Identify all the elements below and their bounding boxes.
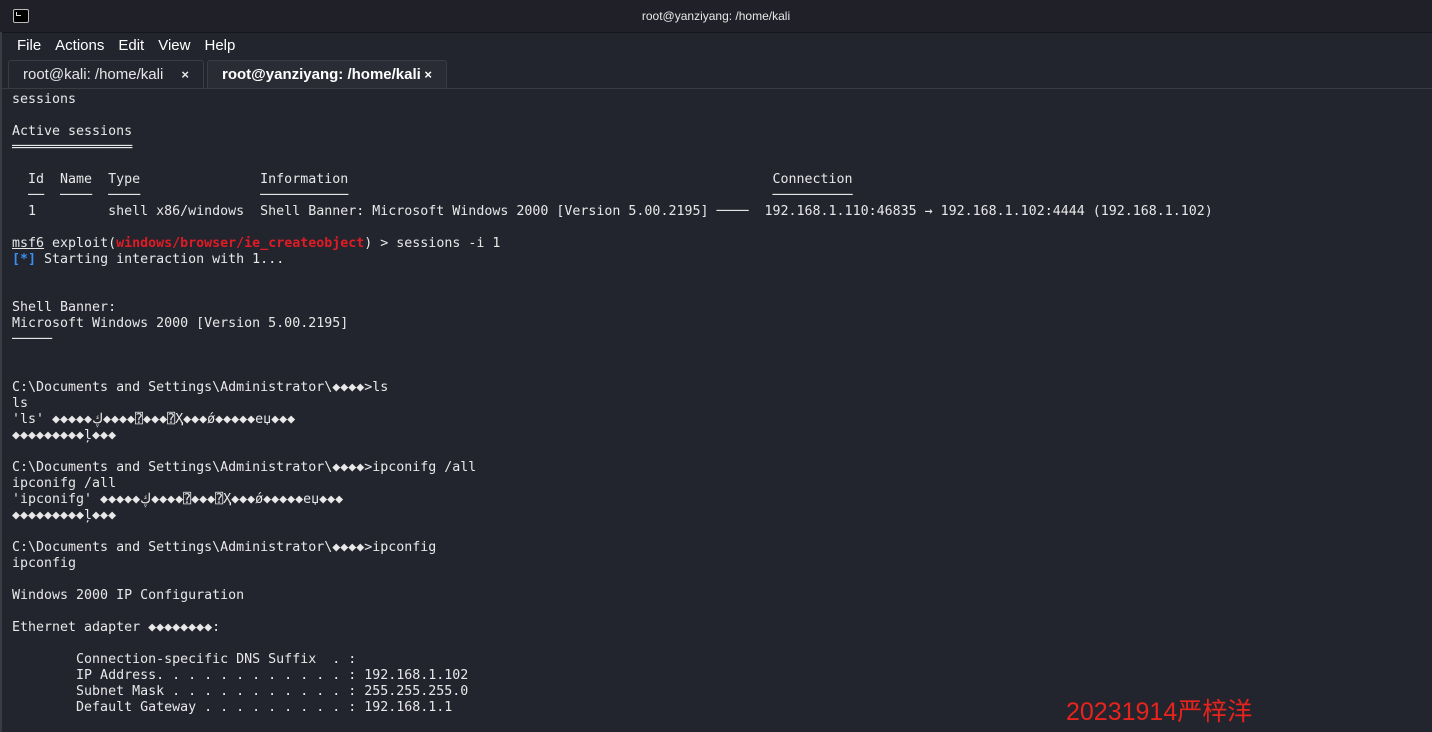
terminal-line: ◆◆◆◆◆◆◆◆◆ļ◆◆◆ bbox=[12, 428, 117, 443]
terminal-line: Id Name Type Information Connection bbox=[12, 172, 853, 187]
terminal-line: Ethernet adapter ◆◆◆◆◆◆◆◆: bbox=[12, 620, 221, 635]
menu-bar: File Actions Edit View Help bbox=[0, 33, 1432, 57]
terminal-line: Subnet Mask . . . . . . . . . . . : 255.… bbox=[12, 684, 469, 699]
tab-root-kali[interactable]: root@kali: /home/kali × bbox=[8, 60, 204, 88]
menu-file[interactable]: File bbox=[10, 37, 48, 54]
terminal-line: ═══════════════ bbox=[12, 140, 133, 155]
tab-root-yanziyang[interactable]: root@yanziyang: /home/kali × bbox=[207, 60, 447, 88]
terminal-line: ◆◆◆◆◆◆◆◆◆ļ◆◆◆ bbox=[12, 508, 117, 523]
terminal-line: IP Address. . . . . . . . . . . . : 192.… bbox=[12, 668, 469, 683]
terminal-line: Default Gateway . . . . . . . . . : 192.… bbox=[12, 700, 453, 715]
command-text: ) > sessions -i 1 bbox=[364, 236, 501, 251]
msf-prompt-line: msf6 exploit(windows/browser/ie_createob… bbox=[12, 236, 1213, 252]
close-icon[interactable]: × bbox=[424, 67, 432, 82]
terminal-line: Connection-specific DNS Suffix . : bbox=[12, 652, 357, 667]
window-edge bbox=[0, 32, 2, 732]
exploit-text: exploit( bbox=[44, 236, 117, 251]
terminal-line: ── ──── ──── ─────────── ────────── bbox=[12, 188, 853, 203]
terminal-line: Active sessions bbox=[12, 124, 133, 139]
status-line: [*] Starting interaction with 1... bbox=[12, 252, 1213, 268]
tab-label: root@kali: /home/kali bbox=[23, 66, 164, 83]
terminal-line: C:\Documents and Settings\Administrator\… bbox=[12, 380, 389, 395]
terminal-line: C:\Documents and Settings\Administrator\… bbox=[12, 460, 477, 475]
terminal-line: ───── bbox=[12, 332, 53, 347]
terminal-line: Microsoft Windows 2000 [Version 5.00.219… bbox=[12, 316, 349, 331]
exploit-module: windows/browser/ie_createobject bbox=[116, 236, 365, 251]
title-bar: root@yanziyang: /home/kali bbox=[0, 0, 1432, 33]
status-text: Starting interaction with 1... bbox=[36, 252, 285, 267]
terminal-line: 1 shell x86/windows Shell Banner: Micros… bbox=[12, 204, 1213, 219]
msf-prompt: msf6 bbox=[12, 236, 45, 251]
terminal-line: 'ls' ◆◆◆◆◆ڮ◆◆◆◆⍰◆◆◆⍰Ҳ◆◆◆ǿ◆◆◆◆◆eџ◆◆◆ bbox=[12, 412, 296, 427]
terminal-line: Windows 2000 IP Configuration bbox=[12, 588, 245, 603]
menu-edit[interactable]: Edit bbox=[111, 37, 151, 54]
menu-actions[interactable]: Actions bbox=[48, 37, 111, 54]
menu-help[interactable]: Help bbox=[197, 37, 242, 54]
window-title: root@yanziyang: /home/kali bbox=[641, 9, 791, 23]
terminal-line: ipconifg /all bbox=[12, 476, 117, 491]
menu-view[interactable]: View bbox=[151, 37, 197, 54]
terminal-line: ipconfig bbox=[12, 556, 77, 571]
terminal-line: C:\Documents and Settings\Administrator\… bbox=[12, 540, 437, 555]
terminal-output[interactable]: sessions Active sessions ═══════════════ I… bbox=[12, 92, 1213, 716]
terminal-line: Shell Banner: bbox=[12, 300, 117, 315]
tab-bar: root@kali: /home/kali × root@yanziyang: … bbox=[0, 57, 1432, 89]
watermark: 20231914严梓洋 bbox=[1066, 698, 1253, 726]
status-tag: [*] bbox=[12, 252, 37, 267]
close-icon[interactable]: × bbox=[181, 67, 189, 82]
tab-label: root@yanziyang: /home/kali bbox=[222, 66, 421, 83]
terminal-line: ls bbox=[12, 396, 29, 411]
terminal-line: sessions bbox=[12, 92, 77, 107]
terminal-line: 'ipconifg' ◆◆◆◆◆ڮ◆◆◆◆⍰◆◆◆⍰Ҳ◆◆◆ǿ◆◆◆◆◆eџ◆◆… bbox=[12, 492, 344, 507]
